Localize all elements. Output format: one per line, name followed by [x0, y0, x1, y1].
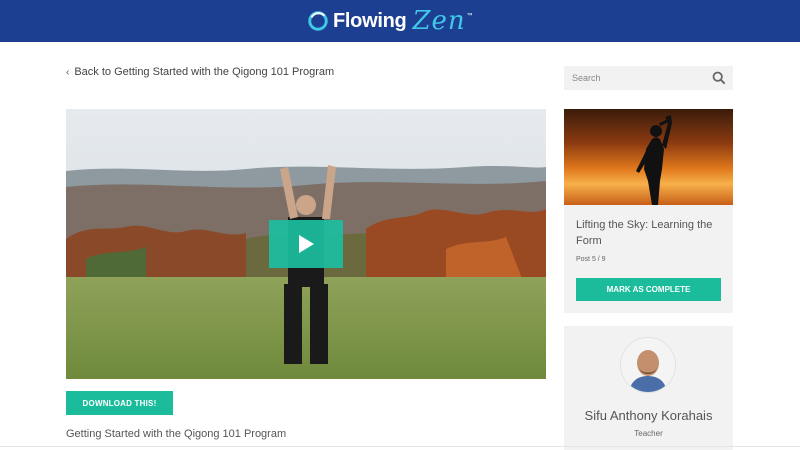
play-button[interactable]	[269, 220, 343, 268]
search-input[interactable]	[572, 70, 702, 86]
flowing-zen-logo[interactable]: Flowing Zen ™	[307, 5, 473, 37]
post-counter: Post 5 / 9	[576, 256, 606, 263]
divider	[0, 446, 800, 447]
post-thumbnail[interactable]	[564, 109, 733, 205]
search-box	[564, 66, 733, 90]
program-title: Getting Started with the Qigong 101 Prog…	[66, 428, 287, 440]
back-link[interactable]: ‹ Back to Getting Started with the Qigon…	[66, 66, 334, 78]
site-header: Flowing Zen ™	[0, 0, 800, 42]
mark-as-complete-button[interactable]: MARK AS COMPLETE	[576, 278, 721, 301]
back-link-label: Back to Getting Started with the Qigong …	[74, 66, 335, 78]
play-icon	[299, 235, 314, 253]
logo-zen: Zen	[412, 6, 466, 36]
logo-ring-icon	[308, 11, 328, 31]
author-portrait	[621, 338, 675, 392]
logo-trademark: ™	[466, 13, 473, 19]
search-icon[interactable]	[712, 71, 726, 85]
download-button[interactable]: DOWNLOAD THIS!	[66, 391, 173, 415]
silhouette-image	[636, 115, 672, 205]
logo-word: Flowing	[333, 9, 407, 32]
video-player[interactable]	[66, 109, 546, 379]
author-card: Sifu Anthony Korahais Teacher	[564, 326, 733, 450]
author-name: Sifu Anthony Korahais	[584, 408, 713, 423]
chevron-left-icon: ‹	[66, 66, 70, 78]
current-post-card: Lifting the Sky: Learning the Form Post …	[564, 109, 733, 313]
author-role: Teacher	[634, 429, 663, 438]
post-title[interactable]: Lifting the Sky: Learning the Form	[576, 217, 726, 249]
avatar	[621, 338, 675, 392]
